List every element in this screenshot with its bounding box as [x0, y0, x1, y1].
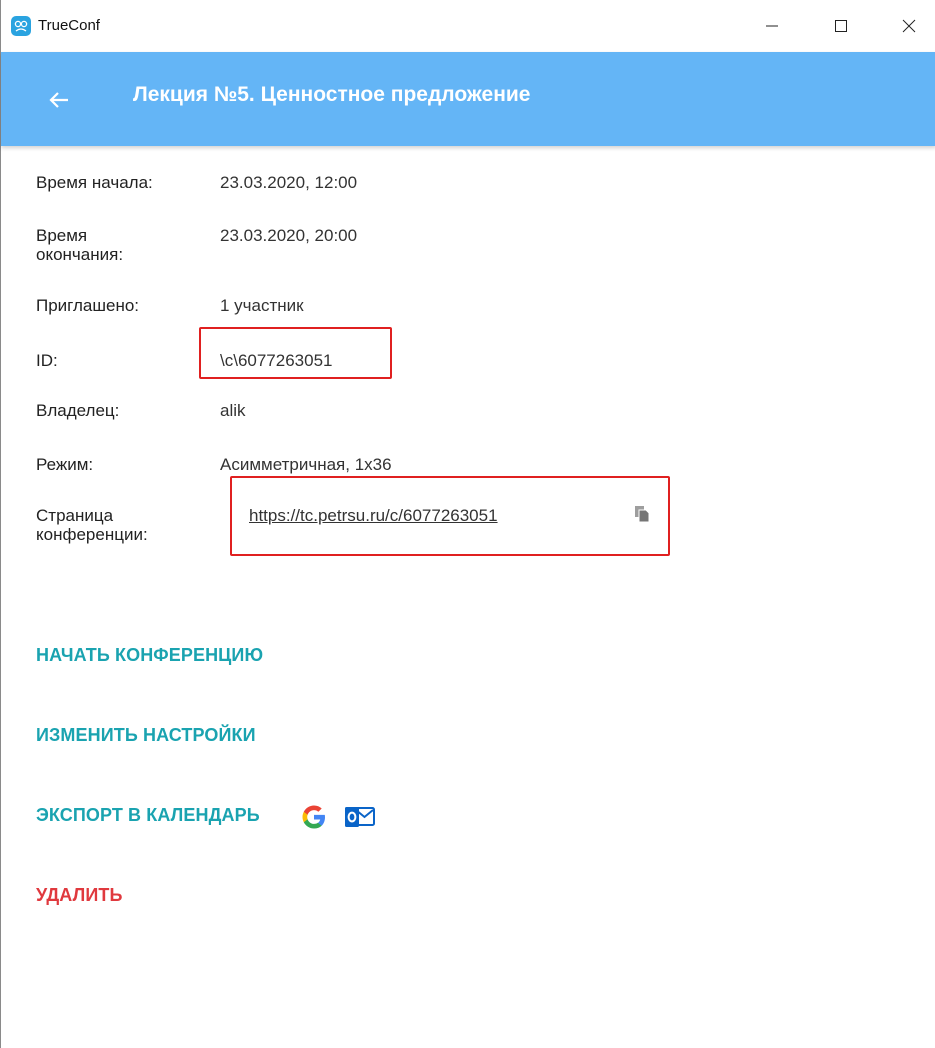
invited-label: Приглашено:	[36, 296, 140, 315]
mode-value: Асимметричная, 1x36	[220, 455, 392, 474]
conference-page-link[interactable]: https://tc.petrsu.ru/c/6077263051	[249, 506, 498, 525]
end-time-label-line1: Время	[36, 226, 88, 245]
conference-header: Лекция №5. Ценностное предложение	[1, 52, 935, 146]
trueconf-logo-icon	[11, 16, 31, 36]
id-label: ID:	[36, 351, 58, 370]
window-title: TrueConf	[38, 17, 100, 34]
trueconf-window: TrueConf Лекция №5. Ценностное предложен…	[0, 0, 935, 1048]
page-title: Лекция №5. Ценностное предложение	[133, 83, 531, 106]
title-bar: TrueConf	[1, 0, 935, 52]
start-time-label: Время начала:	[36, 173, 153, 192]
mode-label: Режим:	[36, 455, 94, 474]
export-calendar-label: ЭКСПОРТ В КАЛЕНДАРЬ	[36, 805, 260, 825]
copy-link-button[interactable]	[631, 503, 653, 525]
id-value: \c\6077263051	[220, 351, 333, 370]
close-button[interactable]	[886, 0, 932, 52]
minimize-button[interactable]	[749, 0, 795, 52]
google-calendar-icon[interactable]	[299, 802, 329, 837]
outlook-icon[interactable]	[344, 803, 376, 836]
owner-label: Владелец:	[36, 401, 120, 420]
arrow-left-icon	[49, 92, 68, 108]
delete-button[interactable]: УДАЛИТЬ	[36, 885, 123, 906]
start-conference-button[interactable]: НАЧАТЬ КОНФЕРЕНЦИЮ	[36, 645, 263, 666]
maximize-icon	[835, 20, 847, 32]
conference-page-label-line1: Страница	[36, 506, 114, 525]
conference-page-label-line2: конференции:	[36, 525, 148, 544]
back-button[interactable]	[39, 80, 79, 120]
end-time-label: Время окончания:	[36, 226, 206, 264]
end-time-label-line2: окончания:	[36, 245, 124, 264]
edit-settings-button[interactable]: ИЗМЕНИТЬ НАСТРОЙКИ	[36, 725, 256, 746]
end-time-value: 23.03.2020, 20:00	[220, 226, 358, 245]
minimize-icon	[766, 25, 778, 27]
start-time-value: 23.03.2020, 12:00	[220, 173, 358, 192]
maximize-button[interactable]	[818, 0, 864, 52]
invited-value: 1 участник	[220, 296, 304, 315]
conference-page-label: Страница конференции:	[36, 506, 206, 544]
copy-icon	[635, 506, 650, 523]
close-icon	[902, 19, 916, 33]
owner-value: alik	[220, 401, 246, 420]
